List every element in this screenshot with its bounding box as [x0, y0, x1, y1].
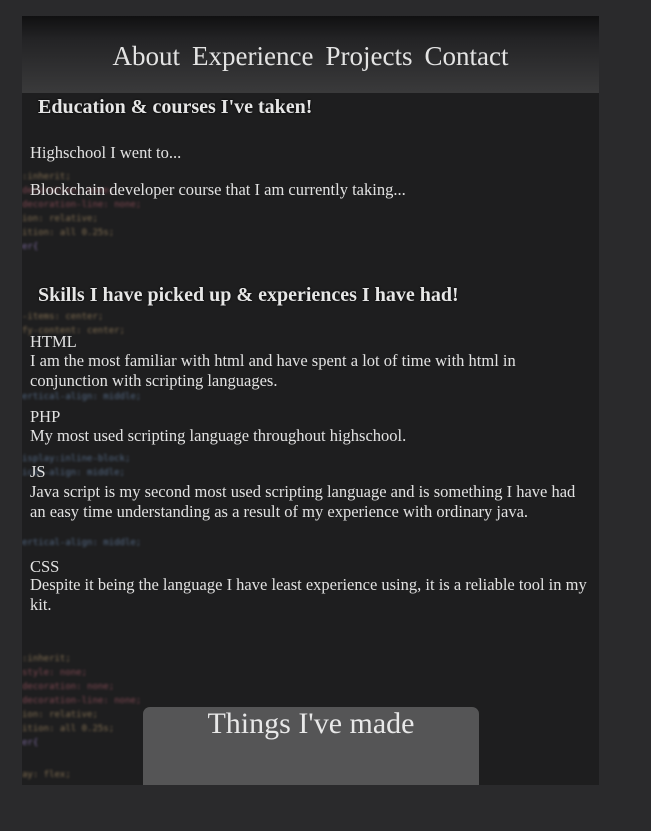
code-line: decoration-line: none; — [22, 696, 142, 706]
skill-description-js: Java script is my second most used scrip… — [30, 482, 576, 521]
skill-description-html: I am the most familiar with html and hav… — [30, 351, 516, 390]
nav-projects-link[interactable]: Projects — [325, 37, 412, 72]
code-line: ertical-align: middle; — [22, 538, 142, 548]
code-line: ion: relative; — [22, 710, 98, 720]
nav-about-link[interactable]: About — [113, 37, 181, 72]
code-line: ay: flex; — [22, 770, 71, 780]
code-line: style: none; — [22, 668, 88, 678]
code-line: ition: all 0.25s; — [22, 724, 115, 734]
code-line: er{ — [22, 242, 39, 252]
code-line: er{ — [22, 738, 39, 748]
education-item: Highschool I went to... — [30, 143, 182, 162]
skills-heading: Skills I have picked up & experiences I … — [38, 284, 459, 306]
nav-experience-link[interactable]: Experience — [192, 37, 313, 72]
education-heading: Education & courses I've taken! — [38, 96, 313, 118]
projects-card: Things I've made — [143, 707, 479, 785]
nav-contact-link[interactable]: Contact — [424, 37, 508, 72]
skill-name-html: HTML — [30, 332, 77, 351]
code-line: decoration: none; — [22, 682, 115, 692]
code-line: -items: center; — [22, 312, 104, 322]
projects-heading: Things I've made — [207, 707, 415, 740]
skill-name-css: CSS — [30, 557, 60, 576]
skill-description-css: Despite it being the language I have lea… — [30, 575, 587, 614]
code-line: ition: all 0.25s; — [22, 228, 115, 238]
skill-description-php: My most used scripting language througho… — [30, 426, 407, 445]
page-viewport: :inherit; decoration: none; decoration-l… — [22, 16, 599, 785]
skill-name-php: PHP — [30, 407, 61, 426]
skill-name-js: JS — [30, 462, 46, 481]
code-line: :inherit; — [22, 654, 71, 664]
code-line: ion: relative; — [22, 214, 98, 224]
education-item: Blockchain developer course that I am cu… — [30, 180, 406, 199]
top-navbar: About Experience Projects Contact — [22, 16, 599, 93]
code-line: decoration-line: none; — [22, 200, 142, 210]
code-line: ertical-align: middle; — [22, 392, 142, 402]
